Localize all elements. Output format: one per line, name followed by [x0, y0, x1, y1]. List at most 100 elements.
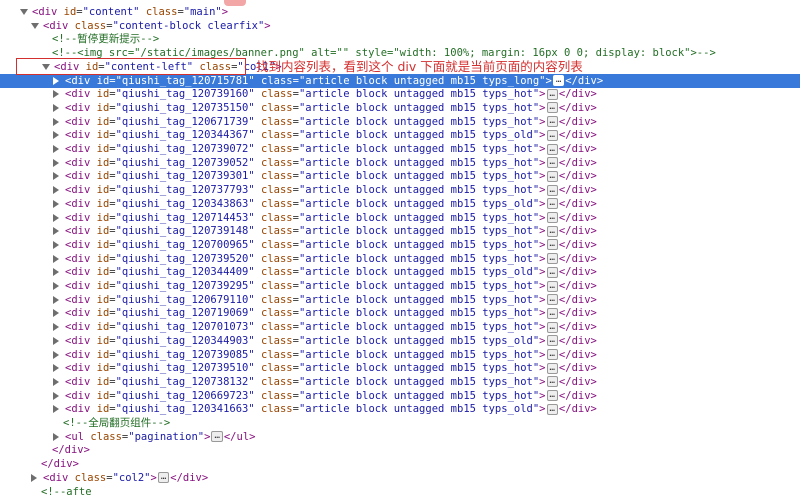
dom-node-row[interactable]: <div id="qiushi_tag_120714453" class="ar… [0, 211, 800, 225]
collapse-arrow-icon[interactable] [53, 254, 59, 263]
tag-name: div [571, 101, 591, 114]
dom-node-row[interactable]: <div id="qiushi_tag_120739072" class="ar… [0, 142, 800, 156]
ellipsis-badge[interactable]: … [546, 253, 558, 265]
dom-node-row[interactable]: <div id="content" class="main"> [0, 5, 800, 19]
dom-node-row[interactable]: </div> [0, 457, 800, 471]
collapse-arrow-icon[interactable] [53, 268, 59, 277]
tag-punct: > [590, 362, 597, 375]
collapse-arrow-icon[interactable] [53, 199, 59, 208]
collapse-arrow-icon[interactable] [53, 240, 59, 249]
collapse-arrow-icon[interactable] [53, 364, 59, 373]
ellipsis-badge[interactable]: … [552, 75, 565, 86]
ellipsis-badge[interactable]: … [211, 431, 223, 443]
ellipsis-badge[interactable]: … [546, 102, 558, 114]
ellipsis-badge[interactable]: … [546, 349, 558, 360]
ellipsis-badge[interactable]: … [546, 376, 558, 388]
dom-node-row[interactable]: <div id="qiushi_tag_120739520" class="ar… [0, 252, 800, 266]
collapse-arrow-icon[interactable] [53, 227, 59, 236]
ellipsis-badge[interactable]: … [546, 184, 558, 196]
collapse-arrow-icon[interactable] [53, 336, 59, 345]
ellipsis-badge[interactable]: … [546, 225, 558, 237]
ellipsis-badge[interactable]: … [546, 390, 558, 402]
ellipsis-badge[interactable]: … [546, 143, 558, 155]
collapse-arrow-icon[interactable] [53, 282, 59, 290]
tag-punct: > [539, 211, 546, 224]
dom-node-row[interactable]: <div class="col2">… </div> [0, 471, 800, 485]
dom-node-row[interactable]: <div id="qiushi_tag_120343863" class="ar… [0, 197, 800, 211]
dom-node-row[interactable]: <!--暂停更新提示--> [0, 32, 800, 46]
collapse-arrow-icon[interactable] [53, 405, 59, 414]
ellipsis-badge[interactable]: … [157, 472, 170, 484]
ellipsis-badge[interactable]: … [546, 321, 558, 333]
collapse-arrow-icon[interactable] [53, 172, 59, 181]
dom-node-row[interactable]: <div id="qiushi_tag_120719069" class="ar… [0, 306, 800, 320]
dom-node-row[interactable]: <!--全局翻页组件--> [0, 416, 800, 430]
collapse-arrow-icon[interactable] [53, 158, 59, 167]
collapse-arrow-icon[interactable] [53, 391, 59, 400]
collapse-arrow-icon[interactable] [53, 103, 59, 112]
attr-value: "article block untagged mb15 typs_hot" [298, 362, 540, 375]
dom-node-row[interactable]: <div id="qiushi_tag_120701073" class="ar… [0, 320, 800, 334]
dom-node-row[interactable]: <div id="qiushi_tag_120739510" class="ar… [0, 361, 800, 375]
expand-arrow-icon[interactable] [20, 9, 28, 15]
ellipsis-badge[interactable]: … [546, 362, 558, 374]
dom-node-row[interactable]: <div id="qiushi_tag_120739148" class="ar… [0, 224, 800, 238]
tag-name: div [38, 6, 58, 18]
tag-punct: > [539, 88, 546, 101]
collapse-arrow-icon[interactable] [53, 350, 59, 359]
dom-node-row[interactable]: <div id="qiushi_tag_120739085" class="ar… [0, 348, 800, 362]
ellipsis-badge[interactable]: … [546, 88, 558, 100]
dom-node-row[interactable]: <div id="qiushi_tag_120700965" class="ar… [0, 238, 800, 252]
dom-node-row[interactable]: <div id="qiushi_tag_120739295" class="ar… [0, 279, 800, 293]
collapse-arrow-icon[interactable] [53, 309, 59, 318]
dom-node-row[interactable]: <div id="qiushi_tag_120669723" class="ar… [0, 389, 800, 403]
ellipsis-badge[interactable]: … [546, 403, 558, 415]
attr-value: "article block untagged mb15 typs_hot" [298, 143, 540, 155]
collapse-arrow-icon[interactable] [31, 473, 37, 482]
collapse-arrow-icon[interactable] [53, 117, 59, 126]
ellipsis-badge[interactable]: … [546, 239, 558, 251]
ellipsis-badge[interactable]: … [546, 280, 558, 292]
collapse-arrow-icon[interactable] [53, 76, 59, 85]
collapse-arrow-icon[interactable] [53, 90, 59, 99]
ellipsis-badge[interactable]: … [546, 157, 558, 169]
ellipsis-badge[interactable]: … [546, 129, 558, 141]
dom-node-row[interactable]: <div id="qiushi_tag_120344409" class="ar… [0, 265, 800, 279]
dom-node-row[interactable]: <div id="qiushi_tag_120715781" class="ar… [0, 73, 800, 88]
collapse-arrow-icon[interactable] [53, 186, 59, 195]
ellipsis-badge[interactable]: … [546, 307, 558, 319]
ellipsis-badge[interactable]: … [546, 212, 558, 223]
collapse-arrow-icon[interactable] [53, 295, 59, 304]
attr-value: "article block untagged mb15 typs_hot" [298, 156, 540, 169]
ellipsis-badge[interactable]: … [546, 170, 558, 182]
dom-node-row[interactable]: <div id="qiushi_tag_120739052" class="ar… [0, 156, 800, 170]
expand-arrow-icon[interactable] [31, 22, 39, 29]
ellipsis-badge[interactable]: … [546, 116, 558, 128]
collapse-arrow-icon[interactable] [53, 432, 59, 441]
attr-name: class [261, 156, 293, 169]
dom-node-row[interactable]: <div class="content-block clearfix"> [0, 19, 800, 33]
annotation-text: 找到内容列表，看到这个 div 下面就是当前页面的内容列表 [256, 59, 583, 74]
dom-node-row[interactable]: <div id="qiushi_tag_120735150" class="ar… [0, 101, 800, 115]
dom-node-row[interactable]: <div id="qiushi_tag_120739160" class="ar… [0, 87, 800, 101]
ellipsis-badge[interactable]: … [546, 266, 558, 278]
collapse-arrow-icon[interactable] [53, 377, 59, 386]
dom-node-row[interactable]: <ul class="pagination">… </ul> [0, 430, 800, 444]
dom-node-row[interactable]: </div> [0, 443, 800, 457]
ellipsis-badge[interactable]: … [546, 294, 558, 306]
ellipsis-badge[interactable]: … [546, 335, 558, 347]
collapse-arrow-icon[interactable] [53, 323, 59, 332]
dom-node-row[interactable]: <div id="qiushi_tag_120671739" class="ar… [0, 115, 800, 129]
dom-node-row[interactable]: <div id="qiushi_tag_120737793" class="ar… [0, 183, 800, 197]
collapse-arrow-icon[interactable] [53, 145, 59, 153]
dom-node-row[interactable]: <div id="qiushi_tag_120344903" class="ar… [0, 334, 800, 348]
collapse-arrow-icon[interactable] [53, 131, 59, 140]
dom-node-row[interactable]: <div id="qiushi_tag_120679110" class="ar… [0, 293, 800, 307]
collapse-arrow-icon[interactable] [53, 213, 59, 222]
dom-node-row[interactable]: <div id="qiushi_tag_120344367" class="ar… [0, 128, 800, 142]
dom-node-row[interactable]: <div id="qiushi_tag_120739301" class="ar… [0, 169, 800, 183]
dom-node-row[interactable]: <div id="qiushi_tag_120738132" class="ar… [0, 375, 800, 389]
attr-name: id [96, 115, 110, 128]
dom-node-row[interactable]: <div id="qiushi_tag_120341663" class="ar… [0, 402, 800, 416]
ellipsis-badge[interactable]: … [546, 198, 558, 210]
